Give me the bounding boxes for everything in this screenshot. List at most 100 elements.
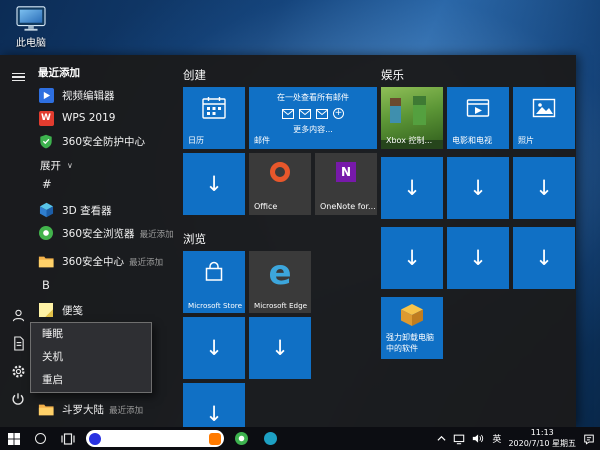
tile-pending-install[interactable]: ↓ [183, 383, 245, 427]
tile-pending-install[interactable]: ↓ [513, 227, 575, 289]
recently-added-sub: 最近添加 [129, 258, 163, 268]
tile-label: 强力卸载电脑中的软件 [386, 333, 441, 354]
tile-uninstaller[interactable]: 强力卸载电脑中的软件 [381, 297, 443, 359]
tile-microsoft-edge[interactable]: e Microsoft Edge [249, 251, 311, 313]
tile-calendar[interactable]: 日历 [183, 87, 245, 149]
settings-button[interactable] [8, 361, 28, 381]
app-item-360-security[interactable]: 360安全防护中心 [36, 130, 178, 152]
tile-xbox[interactable]: Xbox 控制... [381, 87, 443, 149]
photos-icon [513, 96, 575, 120]
power-icon [11, 392, 25, 406]
calendar-icon [183, 96, 245, 120]
tile-microsoft-store[interactable]: Microsoft Store [183, 251, 245, 313]
group-title-browse[interactable]: 浏览 [183, 231, 206, 247]
app-item-sticky-notes[interactable]: 便笺 [36, 299, 178, 321]
store-bag-icon [183, 260, 245, 284]
video-editor-icon [38, 87, 54, 103]
download-arrow-icon: ↓ [249, 317, 311, 379]
group-title-entertainment[interactable]: 娱乐 [381, 67, 404, 83]
mail-accounts-icons: + [249, 108, 377, 119]
office-logo-icon [249, 162, 311, 182]
taskbar-app-security[interactable] [258, 427, 282, 450]
system-tray: 英 11:13 2020/7/10 星期五 [437, 428, 600, 449]
windows-logo-icon [8, 433, 20, 445]
sticky-note-icon [38, 302, 54, 318]
volume-button[interactable] [472, 433, 485, 444]
app-item-3d-viewer[interactable]: 3D 查看器 [36, 199, 178, 221]
3d-viewer-icon [38, 202, 54, 218]
tray-expand-button[interactable] [437, 435, 446, 442]
download-arrow-icon: ↓ [447, 227, 509, 289]
tile-photos[interactable]: 照片 [513, 87, 575, 149]
network-button[interactable] [453, 433, 465, 445]
menu-expand-button[interactable] [8, 67, 28, 87]
tile-label: 电影和电视 [452, 136, 507, 146]
app-item-wps[interactable]: W WPS 2019 [36, 107, 178, 129]
power-menu-sleep[interactable]: 睡眠 [31, 323, 151, 346]
tile-label: Microsoft Edge [254, 301, 309, 310]
app-item-video-editor[interactable]: 视频编辑器 [36, 84, 178, 106]
tile-pending-install[interactable]: ↓ [183, 317, 245, 379]
tile-office[interactable]: Office [249, 153, 311, 215]
taskbar-app-browser[interactable] [229, 427, 253, 450]
tile-pending-install[interactable]: ↓ [447, 157, 509, 219]
this-pc-icon [7, 5, 55, 33]
group-title-create[interactable]: 创建 [183, 67, 206, 83]
start-button[interactable] [0, 427, 27, 450]
app-item-360-browser[interactable]: 360安全浏览器 最近添加 [36, 222, 178, 250]
chevron-down-icon: ∨ [67, 161, 73, 170]
task-view-button[interactable] [54, 427, 81, 450]
tile-onenote[interactable]: N OneNote for... [315, 153, 377, 215]
hot-search-icon[interactable] [209, 433, 221, 445]
desktop-icon-label: 此电脑 [7, 34, 55, 49]
plus-icon: + [333, 108, 344, 119]
tile-pending-install[interactable]: ↓ [183, 153, 245, 215]
app-item-360-center[interactable]: 360安全中心 最近添加 [36, 250, 178, 278]
power-menu-shutdown[interactable]: 关机 [31, 346, 151, 369]
download-arrow-icon: ↓ [183, 153, 245, 215]
download-arrow-icon: ↓ [513, 227, 575, 289]
taskbar-search-box[interactable] [86, 430, 224, 447]
tray-date: 2020/7/10 星期五 [508, 439, 576, 449]
user-button[interactable] [8, 305, 28, 325]
network-icon [453, 433, 465, 445]
recently-added-sub: 最近添加 [109, 406, 143, 416]
ime-indicator[interactable]: 英 [492, 432, 501, 445]
recently-added-header: 最近添加 [38, 65, 80, 80]
section-header-b[interactable]: B [42, 278, 50, 292]
task-view-icon [61, 433, 75, 445]
tile-mail[interactable]: 在一处查看所有邮件 + 更多内容... 邮件 [249, 87, 377, 149]
tile-pending-install[interactable]: ↓ [249, 317, 311, 379]
download-arrow-icon: ↓ [183, 317, 245, 379]
tile-pending-install[interactable]: ↓ [513, 157, 575, 219]
tile-label: OneNote for... [320, 202, 375, 212]
download-arrow-icon: ↓ [513, 157, 575, 219]
download-arrow-icon: ↓ [381, 227, 443, 289]
shield-icon [38, 133, 54, 149]
power-menu-restart[interactable]: 重启 [31, 369, 151, 392]
cortana-button[interactable] [27, 427, 54, 450]
tile-pending-install[interactable]: ↓ [381, 227, 443, 289]
expand-list-button[interactable]: 展开 ∨ [36, 154, 178, 176]
tile-pending-install[interactable]: ↓ [447, 227, 509, 289]
download-arrow-icon: ↓ [381, 157, 443, 219]
action-center-button[interactable] [583, 433, 595, 445]
tile-pending-install[interactable]: ↓ [381, 157, 443, 219]
section-header-hash[interactable]: # [42, 177, 52, 191]
document-icon [12, 336, 25, 351]
mail-promo-more: 更多内容... [249, 124, 377, 135]
app-item-label: 360安全中心 [62, 256, 124, 268]
tile-movies-tv[interactable]: 电影和电视 [447, 87, 509, 149]
gear-icon [11, 364, 26, 379]
speaker-icon [472, 433, 485, 444]
app-item-douluo[interactable]: 斗罗大陆 最近添加 [36, 398, 178, 426]
power-button[interactable] [8, 389, 28, 409]
recently-added-sub: 最近添加 [140, 230, 174, 240]
onenote-logo-icon: N [315, 162, 377, 182]
download-arrow-icon: ↓ [183, 383, 245, 427]
browser-icon [235, 432, 248, 445]
desktop-icon-this-pc[interactable]: 此电脑 [7, 5, 55, 49]
documents-button[interactable] [8, 333, 28, 353]
taskbar-clock[interactable]: 11:13 2020/7/10 星期五 [508, 428, 576, 449]
folder-icon [38, 401, 54, 417]
